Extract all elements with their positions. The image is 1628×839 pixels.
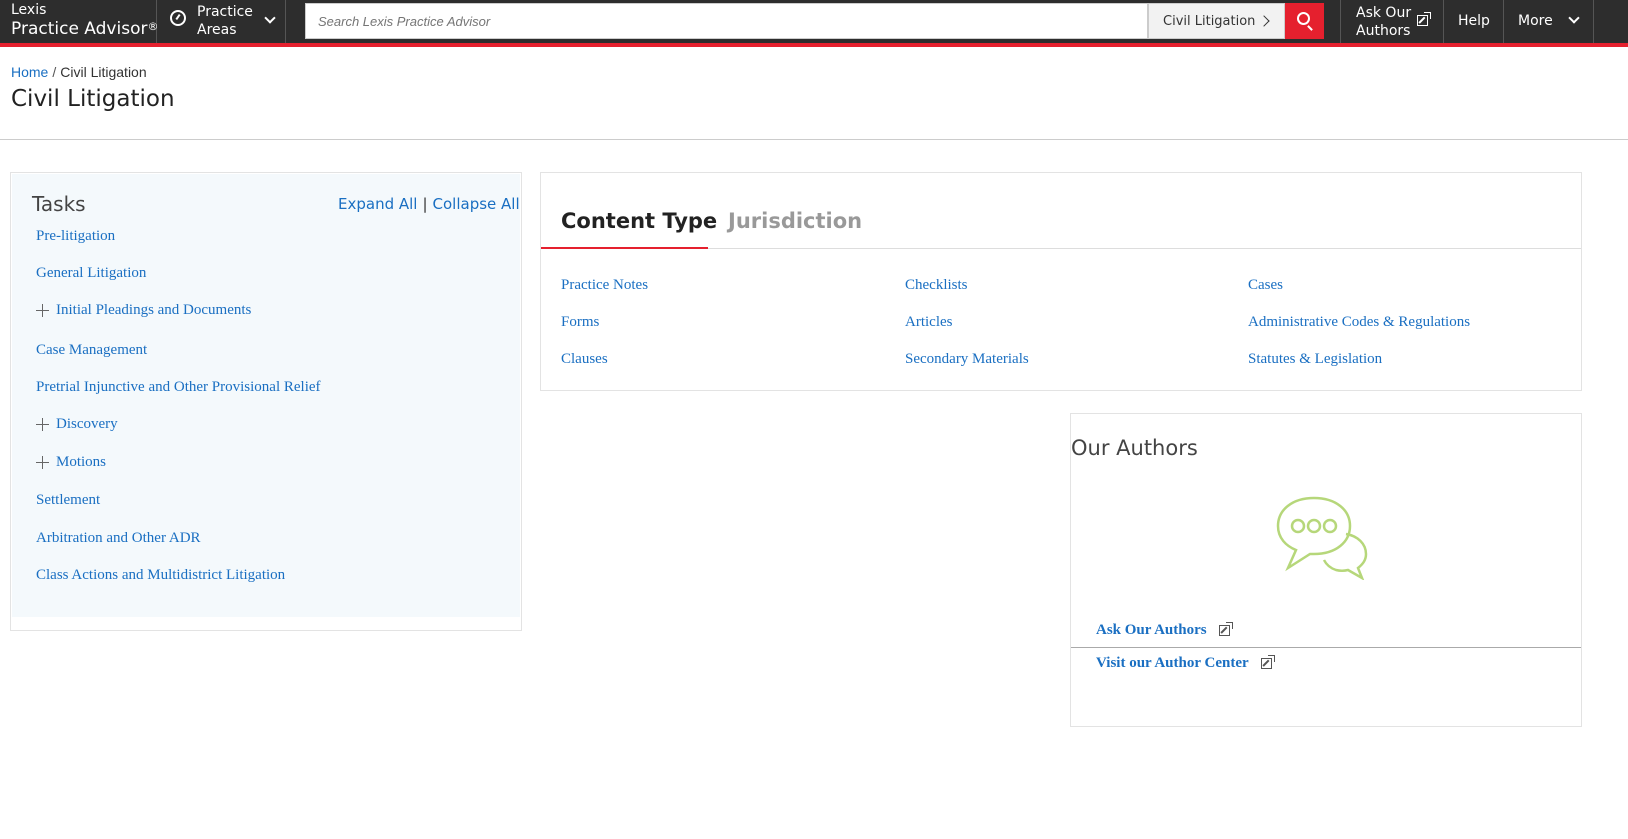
our-authors-panel: Our Authors Ask Our Authors Visit our Au… bbox=[1070, 413, 1582, 727]
chevron-down-icon bbox=[264, 12, 276, 24]
task-link[interactable]: Initial Pleadings and Documents bbox=[56, 302, 251, 319]
content-type-link[interactable]: Statutes & Legislation bbox=[1248, 351, 1382, 368]
tab-content-type[interactable]: Content Type bbox=[561, 209, 717, 233]
brand-line1: Lexis bbox=[11, 2, 47, 18]
content-type-link[interactable]: Practice Notes bbox=[561, 277, 648, 294]
external-link-icon bbox=[1219, 622, 1233, 636]
content-type-link[interactable]: Administrative Codes & Regulations bbox=[1248, 314, 1470, 331]
expand-plus-icon[interactable] bbox=[36, 456, 49, 469]
content-type-link[interactable]: Clauses bbox=[561, 351, 608, 368]
more-label: More bbox=[1518, 13, 1553, 29]
search-input[interactable] bbox=[306, 4, 1147, 38]
task-link[interactable]: Pre-litigation bbox=[36, 228, 115, 245]
task-link[interactable]: Arbitration and Other ADR bbox=[36, 530, 201, 547]
practice-areas-menu[interactable]: Practice Areas bbox=[158, 0, 286, 43]
expand-collapse-controls: Expand All | Collapse All bbox=[338, 195, 520, 213]
visit-author-center-link[interactable]: Visit our Author Center bbox=[1096, 655, 1249, 672]
breadcrumb-home-link[interactable]: Home bbox=[11, 64, 48, 80]
authors-divider bbox=[1071, 647, 1581, 648]
task-link[interactable]: General Litigation bbox=[36, 265, 146, 282]
search-button[interactable] bbox=[1285, 3, 1324, 39]
page-title: Civil Litigation bbox=[11, 86, 175, 112]
expand-all-link[interactable]: Expand All bbox=[338, 195, 417, 213]
content-type-link[interactable]: Forms bbox=[561, 314, 599, 331]
search-scope-button[interactable]: Civil Litigation bbox=[1148, 3, 1285, 39]
search-box bbox=[305, 3, 1148, 39]
task-link[interactable]: Case Management bbox=[36, 342, 147, 359]
chevron-right-icon bbox=[1258, 15, 1270, 27]
ask-our-authors-link[interactable]: Ask Our Authors bbox=[1096, 622, 1207, 639]
breadcrumb: Home / Civil Litigation bbox=[11, 64, 147, 80]
tasks-title: Tasks bbox=[32, 192, 86, 216]
content-type-link[interactable]: Cases bbox=[1248, 277, 1283, 294]
task-link[interactable]: Discovery bbox=[56, 416, 118, 433]
content-type-link[interactable]: Secondary Materials bbox=[905, 351, 1029, 368]
content-type-panel: Content Type Jurisdiction Practice Notes… bbox=[540, 172, 1582, 391]
search-icon bbox=[1297, 12, 1310, 25]
breadcrumb-separator: / bbox=[52, 64, 57, 80]
tasks-panel: Tasks Expand All | Collapse All Pre-litiga… bbox=[10, 172, 522, 631]
content-type-link[interactable]: Articles bbox=[905, 314, 952, 331]
collapse-all-link[interactable]: Collapse All bbox=[433, 195, 520, 213]
external-link-icon bbox=[1261, 655, 1275, 669]
ask-our-authors-label: Ask Our Authors bbox=[1356, 5, 1412, 39]
chevron-down-icon bbox=[1568, 12, 1580, 24]
help-nav[interactable]: Help bbox=[1443, 0, 1503, 43]
tasks-panel-body: Tasks Expand All | Collapse All Pre-litiga… bbox=[12, 174, 520, 617]
top-navbar: Lexis Practice Advisor® Practice Areas C… bbox=[0, 0, 1628, 47]
breadcrumb-current: Civil Litigation bbox=[60, 64, 147, 80]
task-link[interactable]: Motions bbox=[56, 454, 106, 471]
expand-plus-icon[interactable] bbox=[36, 418, 49, 431]
practice-areas-label: Practice Areas bbox=[197, 4, 253, 38]
our-authors-title: Our Authors bbox=[1071, 436, 1198, 460]
active-tab-indicator bbox=[541, 247, 708, 249]
expand-collapse-divider: | bbox=[422, 195, 428, 213]
expand-plus-icon[interactable] bbox=[36, 304, 49, 317]
content-type-link[interactable]: Checklists bbox=[905, 277, 968, 294]
header-divider bbox=[0, 139, 1628, 140]
external-link-icon bbox=[1417, 12, 1431, 26]
search-scope-label: Civil Litigation bbox=[1163, 14, 1256, 29]
brand-line2: Practice Advisor® bbox=[11, 19, 159, 39]
task-link[interactable]: Pretrial Injunctive and Other Provisiona… bbox=[36, 379, 321, 396]
chat-bubbles-icon bbox=[1276, 496, 1368, 580]
brand-logo[interactable]: Lexis Practice Advisor® bbox=[0, 0, 159, 43]
tab-jurisdiction[interactable]: Jurisdiction bbox=[728, 209, 862, 233]
help-label: Help bbox=[1458, 13, 1490, 29]
ask-our-authors-nav[interactable]: Ask Our Authors bbox=[1340, 0, 1443, 43]
task-link[interactable]: Class Actions and Multidistrict Litigati… bbox=[36, 567, 285, 584]
task-link[interactable]: Settlement bbox=[36, 492, 100, 509]
compass-icon bbox=[170, 10, 186, 26]
more-menu[interactable]: More bbox=[1503, 0, 1594, 43]
